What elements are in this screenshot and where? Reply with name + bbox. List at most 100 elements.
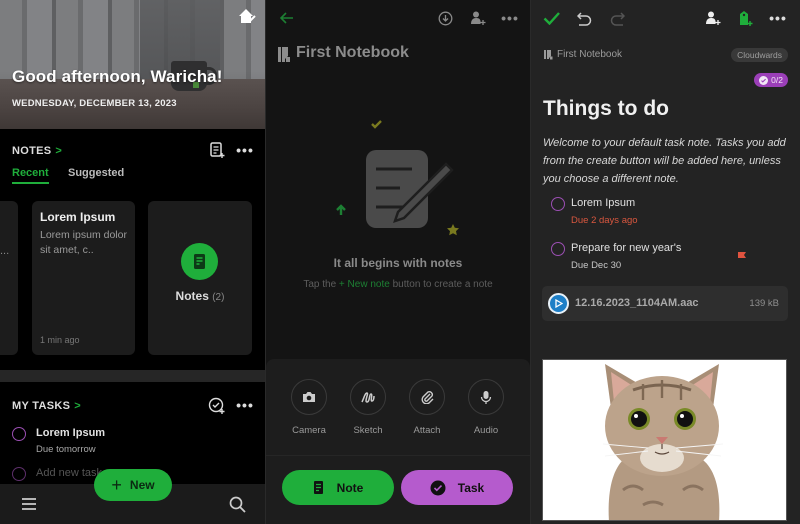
check-sparkle-icon [371, 120, 382, 129]
hero-banner: Good afternoon, Waricha! WEDNESDAY, DECE… [0, 0, 265, 129]
tab-recent[interactable]: Recent [12, 167, 49, 184]
share-user-icon[interactable] [469, 9, 487, 27]
subtext-post: button to create a note [389, 279, 493, 290]
empty-state-illustration [326, 112, 466, 242]
cat-image[interactable] [542, 359, 787, 521]
more-icon[interactable]: ••• [769, 9, 787, 27]
task-title: Lorem Ipsum [571, 197, 636, 209]
task-item[interactable]: Prepare for new year's Due Dec 30 [551, 242, 681, 271]
notebook-title: First Notebook [296, 44, 409, 61]
note-icon [313, 481, 323, 494]
menu-icon[interactable] [20, 495, 38, 513]
chevron-right-icon: > [55, 145, 63, 157]
greeting: Good afternoon, Waricha! [12, 67, 223, 86]
add-task-row[interactable]: Add new task [12, 467, 102, 481]
flag-icon[interactable] [738, 247, 746, 258]
progress-text: 0/2 [771, 75, 783, 85]
attach-label: Attach [413, 425, 441, 436]
add-task-input[interactable]: Add new task [36, 467, 102, 479]
new-button[interactable]: + New [94, 469, 172, 501]
notes-tile[interactable]: Notes (2) [148, 201, 252, 355]
audio-size: 139 kB [749, 298, 779, 309]
back-arrow-icon[interactable] [278, 9, 296, 27]
tag-chip[interactable]: Cloudwards [731, 48, 788, 62]
task-item[interactable]: Lorem Ipsum Due tomorrow [12, 427, 105, 455]
note-title[interactable]: Things to do [543, 97, 669, 121]
plus-icon: + [111, 475, 122, 495]
task-checkbox[interactable] [12, 427, 26, 441]
star-sparkle-icon [447, 224, 459, 236]
home-edit-icon[interactable] [237, 7, 257, 25]
note-card-partial[interactable]: ... [0, 201, 18, 355]
undo-icon[interactable] [575, 9, 593, 27]
new-note-icon[interactable] [208, 141, 226, 159]
audio-filename: 12.16.2023_1104AM.aac [575, 297, 699, 309]
date-label: WEDNESDAY, DECEMBER 13, 2023 [12, 98, 177, 109]
task-checkbox[interactable] [551, 242, 565, 256]
notebook-icon [275, 45, 293, 63]
task-due-overdue: Due 2 days ago [571, 215, 638, 226]
task-add-icon[interactable] [207, 396, 225, 414]
note-card[interactable]: Lorem Ipsum Lorem ipsum dolor sit amet, … [32, 201, 135, 355]
notebook-name: First Notebook [557, 49, 623, 60]
task-title: Lorem Ipsum [36, 427, 106, 439]
microphone-icon [468, 379, 504, 415]
partial-ellipsis: ... [0, 245, 10, 257]
more-icon[interactable]: ••• [236, 141, 254, 159]
audio-label: Audio [473, 425, 499, 436]
home-panel: Good afternoon, Waricha! WEDNESDAY, DECE… [0, 0, 265, 524]
check-circle-icon [759, 75, 769, 85]
notes-title-text: NOTES [12, 145, 52, 157]
notebook-icon [544, 50, 553, 60]
share-user-icon[interactable] [704, 9, 722, 27]
redo-icon[interactable] [608, 9, 626, 27]
attach-button[interactable]: Attach [409, 379, 445, 436]
task-checkbox [12, 467, 26, 481]
note-card-time: 1 min ago [40, 335, 80, 345]
paperclip-icon [409, 379, 445, 415]
note-card-body: Lorem ipsum dolor sit amet, c.. [40, 229, 127, 256]
play-icon[interactable] [548, 293, 569, 314]
audio-button[interactable]: Audio [468, 379, 504, 436]
task-button-label: Task [457, 480, 485, 495]
tab-suggested[interactable]: Suggested [68, 167, 124, 179]
done-check-icon[interactable] [542, 9, 560, 27]
camera-label: Camera [292, 425, 326, 436]
up-arrow-sparkle-icon [336, 204, 346, 215]
notes-icon [181, 243, 218, 280]
task-check-icon [430, 480, 446, 495]
more-icon[interactable]: ••• [236, 396, 254, 414]
notebook-breadcrumb[interactable]: First Notebook [543, 49, 622, 60]
create-note-button[interactable]: Note [282, 470, 394, 505]
note-card-title: Lorem Ipsum [40, 210, 116, 224]
search-icon[interactable] [228, 495, 246, 513]
empty-state-heading: It all begins with notes [333, 256, 463, 270]
task-checkbox[interactable] [551, 197, 565, 211]
create-sheet: Camera Sketch Attach Audio Note Task [266, 359, 530, 524]
camera-button[interactable]: Camera [291, 379, 327, 436]
tasks-title-text: MY TASKS [12, 400, 71, 412]
tasks-section-title[interactable]: MY TASKS > [12, 400, 81, 412]
subtext-pre: Tap the [303, 279, 339, 290]
section-divider [0, 370, 265, 382]
note-description[interactable]: Welcome to your default task note. Tasks… [543, 134, 788, 188]
sketch-button[interactable]: Sketch [350, 379, 386, 436]
download-icon[interactable] [436, 9, 454, 27]
new-note-link[interactable]: + New note [339, 279, 390, 290]
notebook-panel: ••• First Notebook It all begins with no… [266, 0, 530, 524]
camera-icon [291, 379, 327, 415]
task-due: Due Dec 30 [571, 260, 622, 271]
chevron-right-icon: > [74, 400, 81, 412]
task-title: Prepare for new year's [571, 242, 682, 254]
audio-attachment[interactable]: 12.16.2023_1104AM.aac 139 kB [542, 286, 788, 321]
more-icon[interactable]: ••• [501, 9, 519, 27]
sketch-icon [350, 379, 386, 415]
notes-section-title[interactable]: NOTES > [12, 145, 62, 157]
add-tag-icon[interactable] [736, 9, 754, 27]
note-button-label: Note [336, 480, 364, 495]
task-progress-badge[interactable]: 0/2 [754, 73, 788, 87]
task-item[interactable]: Lorem Ipsum Due 2 days ago [551, 197, 638, 226]
notes-tile-label: Notes [175, 289, 209, 303]
task-note-panel: ••• First Notebook Cloudwards 0/2 Things… [531, 0, 800, 524]
create-task-button[interactable]: Task [401, 470, 513, 505]
